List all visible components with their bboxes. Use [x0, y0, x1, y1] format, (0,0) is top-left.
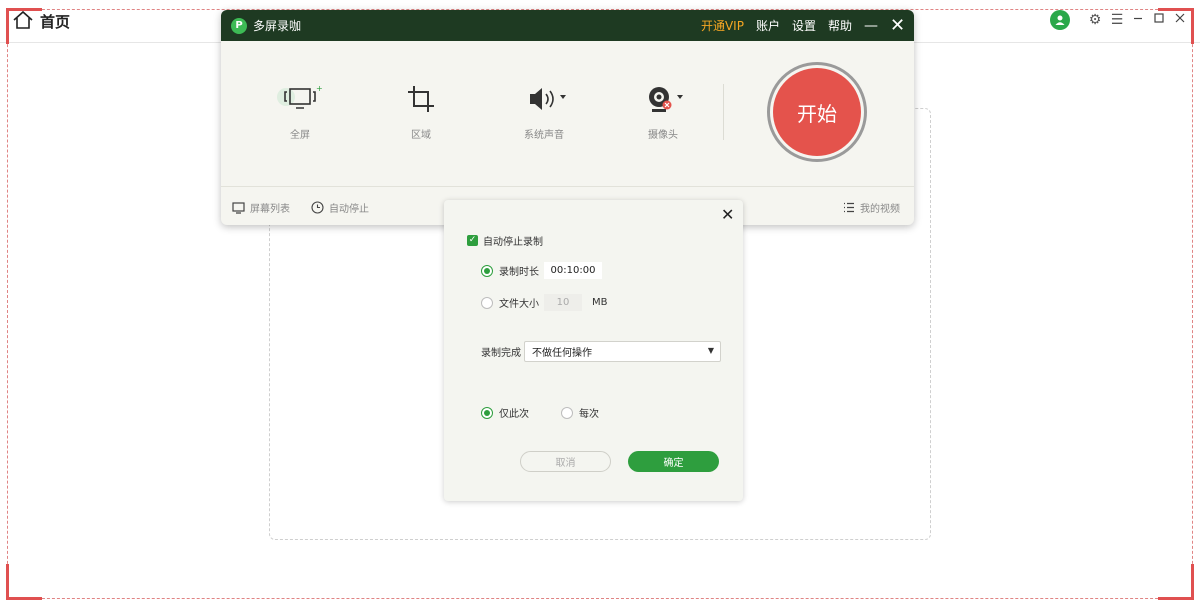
- duration-option[interactable]: 录制时长 00:10:00: [481, 262, 602, 279]
- screen-list-button[interactable]: 屏幕列表: [232, 200, 290, 215]
- speaker-icon: [530, 88, 566, 110]
- cancel-button[interactable]: 取消: [520, 451, 611, 472]
- camera-tool[interactable]: 摄像头: [623, 82, 703, 141]
- enable-auto-stop-label: 自动停止录制: [483, 237, 543, 248]
- enable-auto-stop-checkbox[interactable]: ✓ 自动停止录制: [467, 233, 543, 248]
- account-menu[interactable]: 账户: [756, 17, 780, 34]
- minimize-icon[interactable]: —: [864, 19, 878, 33]
- camera-label: 摄像头: [648, 130, 678, 141]
- settings-menu[interactable]: 设置: [792, 17, 816, 34]
- crop-icon: [408, 86, 434, 112]
- close-icon[interactable]: [1172, 12, 1188, 28]
- start-button-ring: 开始: [767, 62, 867, 162]
- fullscreen-icon: +: [277, 84, 323, 109]
- recorder-titlebar[interactable]: P 多屏录咖 开通VIP 账户 设置 帮助 — ✕: [221, 10, 914, 41]
- close-icon[interactable]: ✕: [890, 16, 905, 34]
- maximize-icon[interactable]: [1151, 12, 1167, 28]
- file-size-input[interactable]: 10: [544, 294, 582, 311]
- recorder-window: P 多屏录咖 开通VIP 账户 设置 帮助 — ✕ + 全屏 区域 系统声音 摄…: [221, 10, 914, 225]
- system-audio-tool[interactable]: 系统声音: [504, 82, 584, 141]
- app-logo-icon: P: [231, 17, 247, 34]
- every-time-radio[interactable]: [561, 406, 573, 419]
- file-size-radio[interactable]: [481, 296, 493, 309]
- once-option[interactable]: 仅此次: [481, 405, 529, 420]
- duration-input[interactable]: 00:10:00: [544, 262, 602, 279]
- help-menu[interactable]: 帮助: [828, 17, 852, 34]
- region-label: 区域: [411, 130, 431, 141]
- auto-stop-dialog: ✕ ✓ 自动停止录制 录制时长 00:10:00 文件大小 10 MB 录制完成…: [444, 200, 743, 501]
- dropdown-caret-icon: ▼: [707, 346, 714, 355]
- checkmark-icon: ✓: [467, 235, 478, 246]
- my-videos-label: 我的视频: [860, 204, 900, 215]
- once-radio[interactable]: [481, 406, 493, 419]
- region-tool[interactable]: 区域: [381, 82, 461, 141]
- auto-stop-label: 自动停止: [329, 204, 369, 215]
- page-title: 首页: [40, 13, 71, 31]
- file-size-option[interactable]: 文件大小 10 MB: [481, 294, 608, 311]
- app-title: 多屏录咖: [253, 19, 302, 33]
- clock-icon: [311, 201, 324, 214]
- capture-corner-bottom-left[interactable]: [6, 564, 42, 600]
- auto-stop-button[interactable]: 自动停止: [311, 200, 369, 215]
- on-complete-row: 录制完成 不做任何操作 ▼: [481, 341, 721, 362]
- system-audio-label: 系统声音: [524, 130, 564, 141]
- every-time-label: 每次: [579, 409, 599, 420]
- capture-corner-bottom-right[interactable]: [1158, 564, 1194, 600]
- once-label: 仅此次: [499, 409, 529, 420]
- on-complete-label: 录制完成: [481, 348, 521, 359]
- on-complete-value: 不做任何操作: [532, 348, 592, 359]
- close-icon[interactable]: ✕: [721, 205, 734, 224]
- fullscreen-label: 全屏: [290, 130, 310, 141]
- file-size-label: 文件大小: [499, 299, 539, 310]
- duration-radio[interactable]: [481, 264, 493, 277]
- list-icon: [844, 202, 854, 213]
- minimize-icon[interactable]: [1130, 12, 1146, 28]
- svg-text:+: +: [316, 84, 323, 93]
- confirm-button[interactable]: 确定: [628, 451, 719, 472]
- toolbar-divider: [723, 84, 724, 140]
- every-time-option[interactable]: 每次: [561, 405, 599, 420]
- recorder-menu: 开通VIP 账户 设置 帮助 — ✕: [701, 16, 905, 34]
- file-size-unit: MB: [592, 297, 608, 308]
- duration-label: 录制时长: [499, 267, 539, 278]
- avatar[interactable]: [1050, 10, 1070, 30]
- screen-list-label: 屏幕列表: [250, 204, 290, 215]
- my-videos-button[interactable]: 我的视频: [843, 200, 900, 215]
- on-complete-select[interactable]: 不做任何操作 ▼: [524, 341, 721, 362]
- gear-icon[interactable]: ⚙: [1087, 12, 1103, 28]
- webcam-icon: [649, 87, 683, 112]
- vip-link[interactable]: 开通VIP: [701, 17, 744, 34]
- home-icon[interactable]: [12, 10, 34, 30]
- start-record-button[interactable]: 开始: [773, 68, 861, 156]
- monitor-icon: [232, 201, 245, 214]
- fullscreen-tool[interactable]: + 全屏: [260, 82, 340, 141]
- hamburger-menu-icon[interactable]: ☰: [1109, 12, 1125, 28]
